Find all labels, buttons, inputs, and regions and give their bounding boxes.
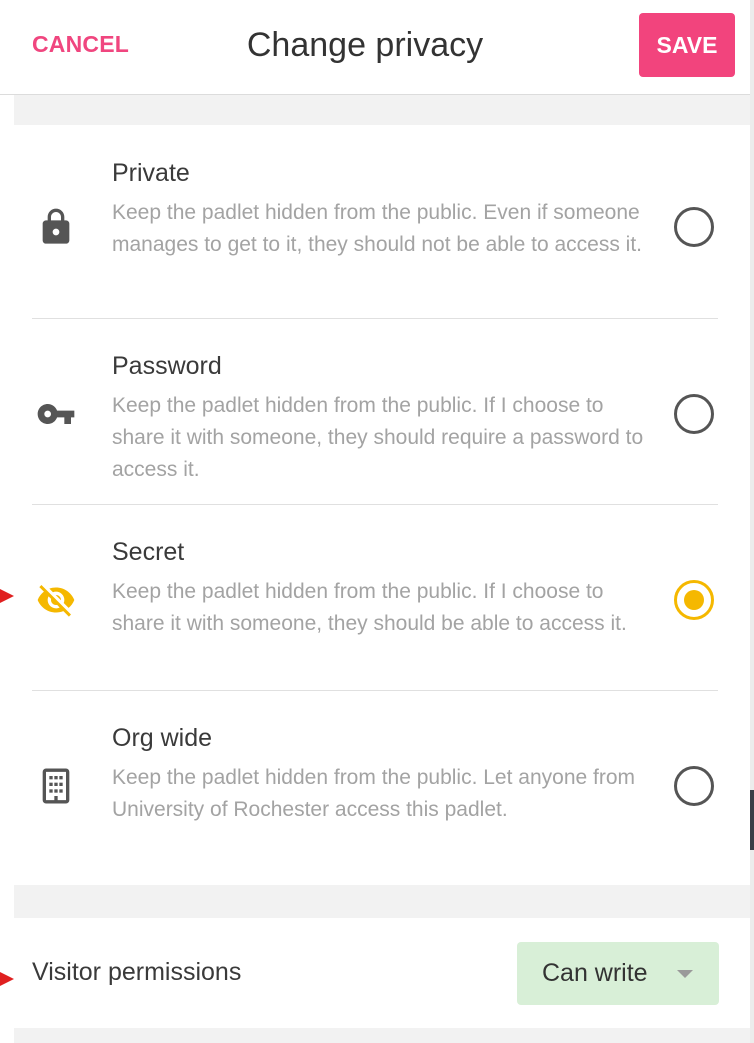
option-description: Keep the padlet hidden from the public. …	[112, 580, 627, 635]
annotation-arrow-icon	[0, 589, 14, 603]
dialog-header: CANCEL Change privacy SAVE	[0, 0, 750, 95]
option-title: Password	[112, 352, 222, 380]
eye-off-icon	[36, 580, 76, 620]
radio-private[interactable]	[674, 207, 714, 247]
building-icon	[36, 766, 76, 806]
visitor-permissions-row: Visitor permissions Can write	[14, 918, 750, 1028]
key-icon	[36, 394, 76, 434]
option-secret[interactable]: Secret Keep the padlet hidden from the p…	[14, 504, 750, 690]
divider	[32, 318, 718, 319]
scrollbar-track[interactable]	[750, 0, 754, 1043]
radio-password[interactable]	[674, 394, 714, 434]
option-title: Secret	[112, 538, 185, 566]
option-title: Private	[112, 159, 190, 187]
section-spacer	[14, 1028, 750, 1043]
dialog-title: Change privacy	[246, 26, 484, 64]
option-title: Org wide	[112, 724, 213, 752]
annotation-arrow-icon	[0, 972, 14, 986]
option-description: Keep the padlet hidden from the public. …	[112, 766, 636, 821]
chevron-down-icon	[677, 970, 693, 978]
permission-value: Can write	[542, 959, 648, 987]
option-private[interactable]: Private Keep the padlet hidden from the …	[14, 125, 750, 311]
option-password[interactable]: Password Keep the padlet hidden from the…	[14, 318, 750, 504]
section-spacer	[14, 885, 750, 918]
privacy-options-list: Private Keep the padlet hidden from the …	[14, 125, 750, 885]
option-description: Keep the padlet hidden from the public. …	[112, 201, 642, 256]
divider	[32, 690, 718, 691]
option-description: Keep the padlet hidden from the public. …	[112, 394, 644, 481]
radio-secret[interactable]	[674, 580, 714, 620]
section-spacer	[14, 95, 750, 125]
window-edge	[750, 790, 754, 850]
permission-dropdown[interactable]: Can write	[517, 942, 719, 1005]
save-button[interactable]: SAVE	[639, 13, 735, 77]
option-org-wide[interactable]: Org wide Keep the padlet hidden from the…	[14, 690, 750, 876]
divider	[32, 504, 718, 505]
lock-icon	[36, 207, 76, 247]
visitor-permissions-label: Visitor permissions	[32, 958, 242, 986]
radio-org-wide[interactable]	[674, 766, 714, 806]
